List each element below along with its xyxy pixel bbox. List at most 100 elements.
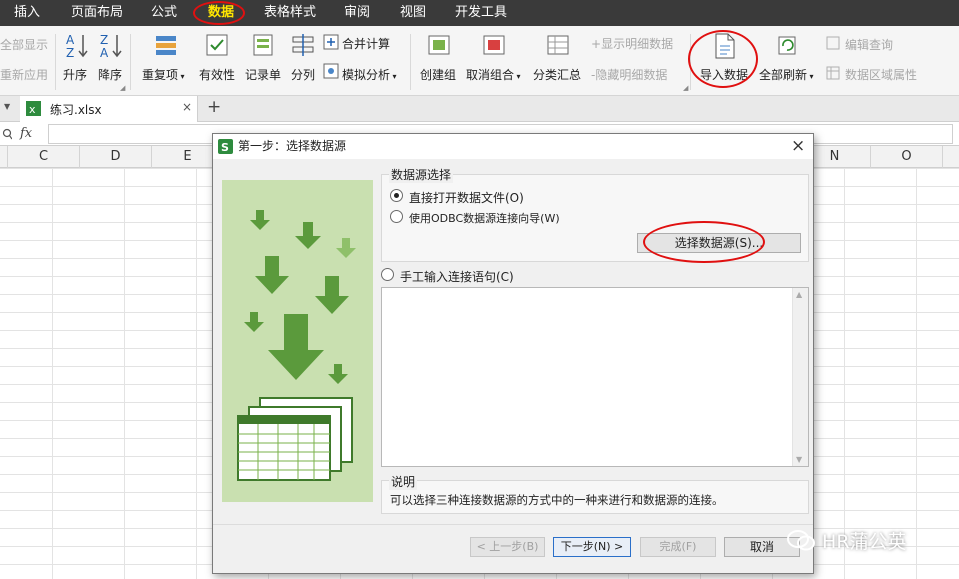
refresh-all-button[interactable]: 全部刷新 ▾	[759, 66, 814, 83]
scroll-down-icon[interactable]: ▼	[796, 455, 802, 464]
ribbon-divider	[410, 34, 411, 90]
edit-query-button[interactable]: 编辑查询	[845, 36, 893, 53]
close-icon[interactable]: ×	[791, 136, 805, 156]
svg-text:x: x	[29, 103, 36, 116]
duplicates-icon	[156, 36, 176, 55]
sort-ascending-button[interactable]: 升序	[63, 66, 87, 83]
validity-button[interactable]: 有效性	[199, 66, 235, 83]
menu-formula[interactable]: 公式	[151, 0, 177, 26]
show-all-button[interactable]: 全部显示	[0, 36, 48, 53]
watermark-text: HR蒲公英	[822, 531, 907, 553]
ribbon: 全部显示 重新应用 A Z 升序 Z A 降序 ◢ 重复项 ▾ 有效性 记录单 …	[0, 26, 959, 96]
menu-bar: 插入 页面布局 公式 数据 表格样式 审阅 视图 开发工具	[0, 0, 959, 26]
radio-open-file[interactable]	[390, 189, 403, 202]
column-header-d[interactable]: D	[80, 146, 152, 168]
validity-icon	[206, 34, 228, 56]
ungroup-button[interactable]: 取消组合 ▾	[466, 66, 521, 83]
svg-text:A: A	[66, 33, 75, 47]
show-detail-button[interactable]: +显示明细数据	[591, 35, 673, 52]
connection-string-input[interactable]: ▲ ▼	[381, 287, 809, 467]
description-text: 可以选择三种连接数据源的方式中的一种来进行和数据源的连接。	[390, 493, 724, 507]
create-group-icon	[428, 35, 450, 55]
description-title: 说明	[389, 473, 418, 490]
what-if-button[interactable]: 模拟分析 ▾	[342, 66, 397, 83]
next-step-button[interactable]: 下一步(N) >	[553, 537, 631, 557]
annotation-circle-select-source	[643, 221, 765, 263]
edit-query-icon	[826, 36, 840, 50]
ribbon-divider	[55, 34, 56, 90]
sheet-tab-bar: ▼ x 练习.xlsx × +	[0, 96, 959, 122]
plus-icon: +	[591, 37, 602, 51]
duplicates-button[interactable]: 重复项 ▾	[142, 66, 185, 83]
consolidate-icon	[323, 34, 339, 50]
dialog-title-bar: S 第一步：选择数据源 ×	[213, 134, 813, 159]
tab-dropdown-icon[interactable]: ▼	[4, 102, 10, 111]
new-tab-button[interactable]: +	[207, 97, 221, 117]
dropdown-arrow-icon: ▾	[390, 72, 397, 81]
sort-ascending-icon: A Z	[66, 33, 88, 58]
radio-odbc-label[interactable]: 使用ODBC数据源连接向导(W)	[409, 210, 560, 226]
column-header[interactable]	[0, 146, 8, 168]
close-tab-icon[interactable]: ×	[182, 100, 192, 114]
menu-insert[interactable]: 插入	[14, 0, 40, 26]
menu-page-layout[interactable]: 页面布局	[71, 0, 123, 26]
ungroup-icon	[483, 35, 505, 55]
split-column-icon	[292, 34, 314, 56]
menu-review[interactable]: 审阅	[344, 0, 370, 26]
radio-manual-connection-label[interactable]: 手工输入连接语句(C)	[400, 268, 514, 285]
menu-developer[interactable]: 开发工具	[455, 0, 507, 26]
radio-odbc[interactable]	[390, 210, 403, 223]
wechat-icon	[787, 530, 815, 551]
consolidate-button[interactable]: 合并计算	[342, 35, 390, 52]
subtotal-button[interactable]: 分类汇总	[533, 66, 581, 83]
what-if-label: 模拟分析	[342, 68, 391, 82]
scroll-up-icon[interactable]: ▲	[796, 290, 802, 299]
refresh-all-label: 全部刷新	[759, 68, 808, 82]
radio-manual-connection[interactable]	[381, 268, 394, 281]
dialog-divider	[213, 524, 813, 525]
dialog-launcher-icon[interactable]: ◢	[120, 84, 125, 92]
dialog-title: 第一步：选择数据源	[238, 139, 347, 153]
ribbon-divider	[130, 34, 131, 90]
what-if-icon	[323, 63, 339, 79]
vertical-scrollbar[interactable]: ▲ ▼	[792, 288, 808, 466]
hide-detail-label: 隐藏明细数据	[595, 68, 668, 82]
duplicates-label: 重复项	[142, 68, 179, 82]
sort-descending-icon: Z A	[100, 33, 122, 58]
previous-step-button[interactable]: < 上一步(B)	[470, 537, 545, 557]
record-form-icon	[253, 34, 273, 56]
xlsx-file-icon: x	[26, 101, 41, 116]
svg-text:S: S	[221, 141, 229, 154]
wps-sheet-icon: S	[218, 139, 233, 154]
column-header-o[interactable]: O	[871, 146, 943, 168]
reapply-button[interactable]: 重新应用	[0, 66, 48, 83]
record-form-button[interactable]: 记录单	[245, 66, 281, 83]
refresh-all-icon	[778, 36, 796, 55]
svg-text:Z: Z	[100, 33, 108, 47]
subtotal-icon	[547, 35, 569, 55]
dialog-launcher-icon[interactable]: ◢	[683, 84, 688, 92]
annotation-circle-import-data	[688, 30, 758, 88]
svg-text:Z: Z	[66, 46, 74, 58]
menu-view[interactable]: 视图	[400, 0, 426, 26]
fx-icon[interactable]: fx	[20, 126, 32, 141]
column-header-c[interactable]: C	[8, 146, 80, 168]
radio-open-file-label[interactable]: 直接打开数据文件(O)	[409, 189, 524, 206]
data-source-group-title: 数据源选择	[389, 166, 454, 183]
finish-button[interactable]: 完成(F)	[640, 537, 716, 557]
annotation-circle-data-menu	[193, 1, 245, 25]
dropdown-arrow-icon: ▾	[807, 72, 814, 81]
file-tab[interactable]: x 练习.xlsx ×	[20, 96, 198, 122]
import-data-dialog: S 第一步：选择数据源 × 数据源选择 直接打开数据文件(O) 使用ODBC数据…	[212, 133, 814, 574]
menu-table-style[interactable]: 表格样式	[264, 0, 316, 26]
data-range-props-button[interactable]: 数据区域属性	[845, 66, 917, 83]
zoom-icon[interactable]	[2, 128, 12, 140]
split-column-button[interactable]: 分列	[291, 66, 315, 83]
sort-descending-button[interactable]: 降序	[98, 66, 122, 83]
ungroup-label: 取消组合	[466, 68, 515, 82]
create-group-button[interactable]: 创建组	[420, 66, 456, 83]
dropdown-arrow-icon: ▾	[178, 72, 185, 81]
hide-detail-button[interactable]: -隐藏明细数据	[591, 66, 667, 83]
data-range-props-icon	[826, 66, 840, 80]
watermark: HR蒲公英	[786, 524, 907, 554]
